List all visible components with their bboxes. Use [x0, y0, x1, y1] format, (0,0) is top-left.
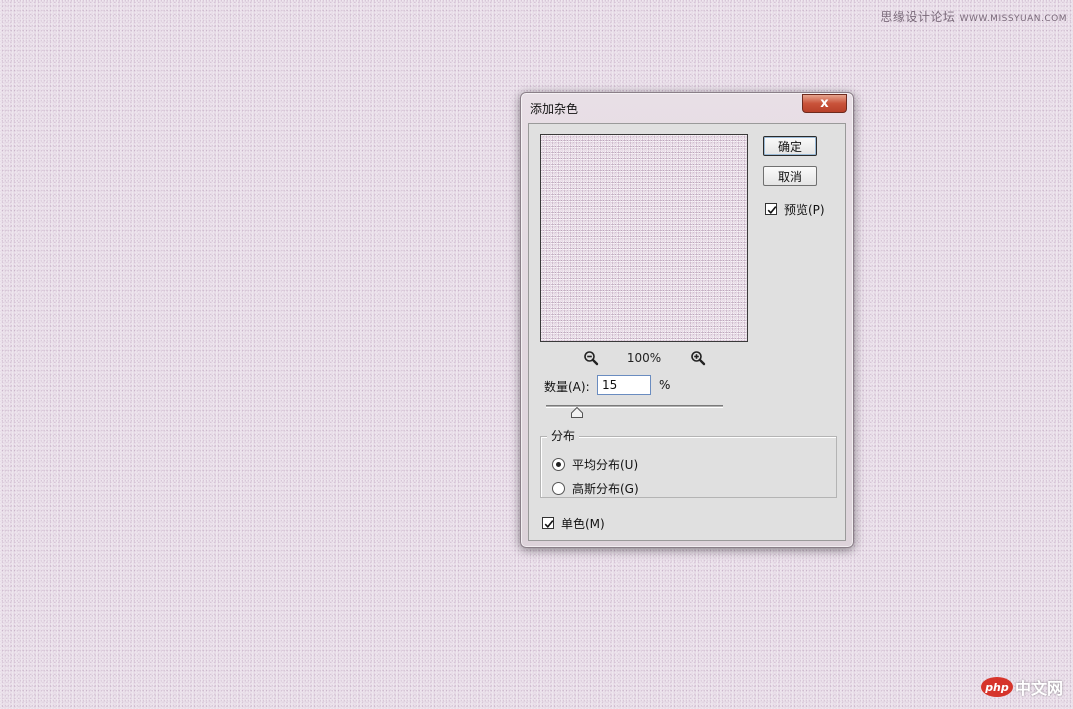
radio-selected-dot	[556, 462, 561, 467]
amount-unit: %	[659, 378, 671, 392]
close-button[interactable]: x	[802, 94, 847, 113]
radio-gaussian-label: 高斯分布(G)	[572, 482, 639, 496]
watermark-top: 思缘设计论坛 WWW.MISSYUAN.COM	[880, 8, 1067, 25]
dialog-body: 100% 确定 取消 预览(P) 数量(A): % 分布 平	[528, 123, 846, 541]
monochrome-checkbox[interactable]	[542, 517, 554, 529]
watermark-top-text: 思缘设计论坛	[880, 10, 956, 24]
zoom-level: 100%	[626, 351, 662, 365]
radio-uniform-label: 平均分布(U)	[572, 458, 639, 472]
ok-button[interactable]: 确定	[763, 136, 817, 156]
add-noise-dialog: 添加杂色 x 100% 确定 取消 预览(P) 数量(A): 15 % 分布 平…	[520, 92, 854, 548]
zoom-in-icon[interactable]	[690, 350, 706, 366]
watermark-bottom-text: 中文网	[1014, 679, 1063, 698]
close-icon: x	[820, 96, 829, 111]
cancel-button[interactable]: 取消	[763, 166, 817, 186]
amount-label: 数量(A):	[544, 380, 590, 394]
amount-slider-thumb[interactable]	[570, 407, 583, 418]
php-logo: php	[980, 677, 1013, 697]
zoom-controls: 100%	[540, 349, 748, 367]
preview-pane[interactable]	[540, 134, 748, 342]
watermark-bottom: php 中文网	[980, 675, 1063, 699]
dialog-titlebar[interactable]: 添加杂色 x	[521, 93, 853, 121]
monochrome-checkbox-label: 单色(M)	[561, 517, 605, 531]
checkmark-icon	[544, 520, 554, 528]
distribution-group-title: 分布	[547, 427, 580, 444]
radio-uniform[interactable]	[552, 458, 565, 471]
preview-checkbox[interactable]	[765, 203, 777, 215]
preview-checkbox-label: 预览(P)	[784, 203, 825, 217]
dialog-title: 添加杂色	[530, 102, 579, 116]
radio-gaussian[interactable]	[552, 482, 565, 495]
amount-input[interactable]	[597, 375, 651, 395]
checkmark-icon	[767, 206, 777, 214]
watermark-top-site: WWW.MISSYUAN.COM	[959, 14, 1067, 24]
